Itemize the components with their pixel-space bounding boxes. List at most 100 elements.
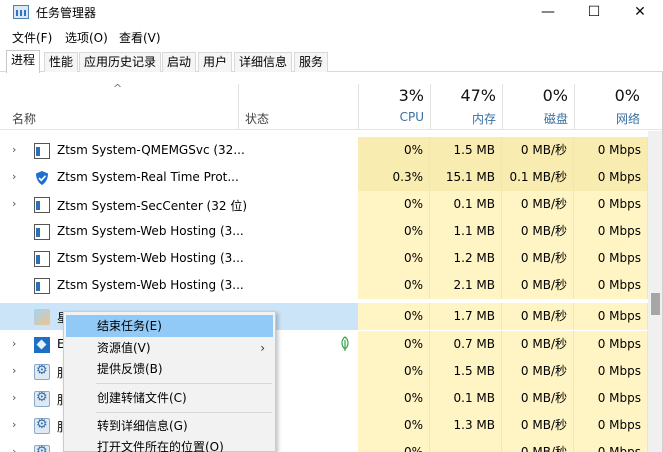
process-name: Ztsm System-Web Hosting (3... [57,278,244,292]
disk-value: 0 MB/秒 [502,331,574,358]
gear-icon [34,417,50,434]
disk-value: 0 MB/秒 [502,272,574,299]
menu-end-task[interactable]: 结束任务(E) [66,315,273,337]
menu-feedback[interactable]: 提供反馈(B) [66,358,273,380]
network-value: 0 Mbps [574,303,648,330]
cpu-value: 0% [358,412,430,439]
expand-chevron-icon[interactable]: › [12,364,16,377]
expand-chevron-icon[interactable]: › [12,391,16,404]
expand-chevron-icon[interactable]: › [12,197,16,210]
column-status[interactable]: 状态 [245,110,269,127]
menu-open-file-location[interactable]: 打开文件所在的位置(O) [66,436,273,452]
tab-startup[interactable]: 启动 [162,52,197,72]
expand-chevron-icon[interactable]: › [12,445,16,452]
column-cpu[interactable]: CPU [358,110,424,124]
process-name: Ztsm System-Web Hosting (3... [57,251,244,265]
expand-chevron-icon[interactable]: › [12,337,16,350]
cpu-total: 3% [398,86,424,105]
submenu-arrow-icon: › [260,341,265,355]
table-row[interactable]: › Ztsm System-QMEMGSvc (32... 0% 1.5 MB … [0,137,648,164]
disk-value: 0 MB/秒 [502,385,574,412]
cpu-value: 0% [358,439,430,452]
vertical-scrollbar[interactable] [648,131,663,452]
disk-value: 0 MB/秒 [502,303,574,330]
colorful-app-icon [34,309,50,325]
minimize-button[interactable]: — [525,0,571,24]
cpu-value: 0% [358,331,430,358]
maximize-button[interactable]: ☐ [571,0,617,24]
window-app-icon [34,197,50,213]
menu-view[interactable]: 查看(V) [119,29,161,46]
table-row[interactable]: Ztsm System-Web Hosting (3... 0% 1.1 MB … [0,218,648,245]
blue-app-icon [34,337,50,353]
cpu-value: 0.3% [358,164,430,191]
column-memory[interactable]: 内存 [430,110,496,127]
network-value: 0 Mbps [574,191,648,218]
cpu-value: 0% [358,218,430,245]
tab-strip: 进程 性能 应用历史记录 启动 用户 详细信息 服务 [0,50,663,73]
disk-value: 0 MB/秒 [502,218,574,245]
process-name: Ztsm System-SecCenter (32 位) [57,199,248,213]
table-row[interactable]: Ztsm System-Web Hosting (3... 0% 2.1 MB … [0,272,648,299]
gear-icon [34,390,50,407]
menu-create-dump[interactable]: 创建转储文件(C) [66,387,273,409]
menu-separator [96,383,272,384]
sort-up-icon[interactable]: ^ [113,82,122,95]
shield-icon [34,170,50,186]
network-total: 0% [614,86,640,105]
tab-users[interactable]: 用户 [198,52,233,72]
efficiency-leaf-icon [340,336,350,352]
table-row[interactable]: › Ztsm System-SecCenter (32 位) 0% 0.1 MB… [0,191,648,218]
close-button[interactable]: ✕ [617,0,663,24]
table-row[interactable]: › Ztsm System-Real Time Prot... 0.3% 15.… [0,164,648,191]
process-name: Ztsm System-QMEMGSvc (32... [57,143,245,157]
expand-chevron-icon[interactable]: › [12,143,16,156]
cpu-value: 0% [358,191,430,218]
network-value: 0 Mbps [574,218,648,245]
cpu-value: 0% [358,272,430,299]
context-menu: 结束任务(E) 资源值(V) › 提供反馈(B) 创建转储文件(C) 转到详细信息… [63,311,276,452]
disk-value: 0 MB/秒 [502,412,574,439]
memory-value [430,439,502,452]
memory-value: 0.1 MB [430,385,502,412]
column-disk[interactable]: 磁盘 [502,110,568,127]
network-value: 0 Mbps [574,331,648,358]
expand-chevron-icon[interactable]: › [12,170,16,183]
memory-value: 1.5 MB [430,137,502,164]
tab-details[interactable]: 详细信息 [234,52,293,72]
expand-chevron-icon[interactable]: › [12,418,16,431]
memory-value: 2.1 MB [430,272,502,299]
table-row[interactable]: Ztsm System-Web Hosting (3... 0% 1.2 MB … [0,245,648,272]
menu-resource-values[interactable]: 资源值(V) › [66,337,273,359]
disk-total: 0% [542,86,568,105]
menu-bar: 文件(F) 选项(O) 查看(V) [0,26,663,46]
window-app-icon [34,278,50,294]
tab-processes[interactable]: 进程 [6,50,41,73]
network-value: 0 Mbps [574,164,648,191]
tab-services[interactable]: 服务 [294,52,329,72]
cpu-value: 0% [358,137,430,164]
menu-file[interactable]: 文件(F) [12,29,52,46]
network-value: 0 Mbps [574,358,648,385]
window-title: 任务管理器 [36,6,97,20]
network-value: 0 Mbps [574,137,648,164]
gear-icon [34,444,50,452]
menu-options[interactable]: 选项(O) [65,29,108,46]
tab-app-history[interactable]: 应用历史记录 [79,52,162,72]
scrollbar-thumb[interactable] [651,293,660,315]
network-value: 0 Mbps [574,385,648,412]
disk-value: 0 MB/秒 [502,358,574,385]
task-manager-icon [13,5,29,19]
memory-value: 15.1 MB [430,164,502,191]
memory-total: 47% [460,86,496,105]
memory-value: 1.2 MB [430,245,502,272]
column-divider[interactable] [238,84,239,130]
network-value: 0 Mbps [574,439,648,452]
network-value: 0 Mbps [574,272,648,299]
column-network[interactable]: 网络 [574,110,640,127]
process-name: Ztsm System-Real Time Prot... [57,170,239,184]
menu-go-to-details[interactable]: 转到详细信息(G) [66,415,273,437]
column-name[interactable]: 名称 [12,110,36,127]
tab-performance[interactable]: 性能 [44,52,79,72]
cpu-value: 0% [358,358,430,385]
